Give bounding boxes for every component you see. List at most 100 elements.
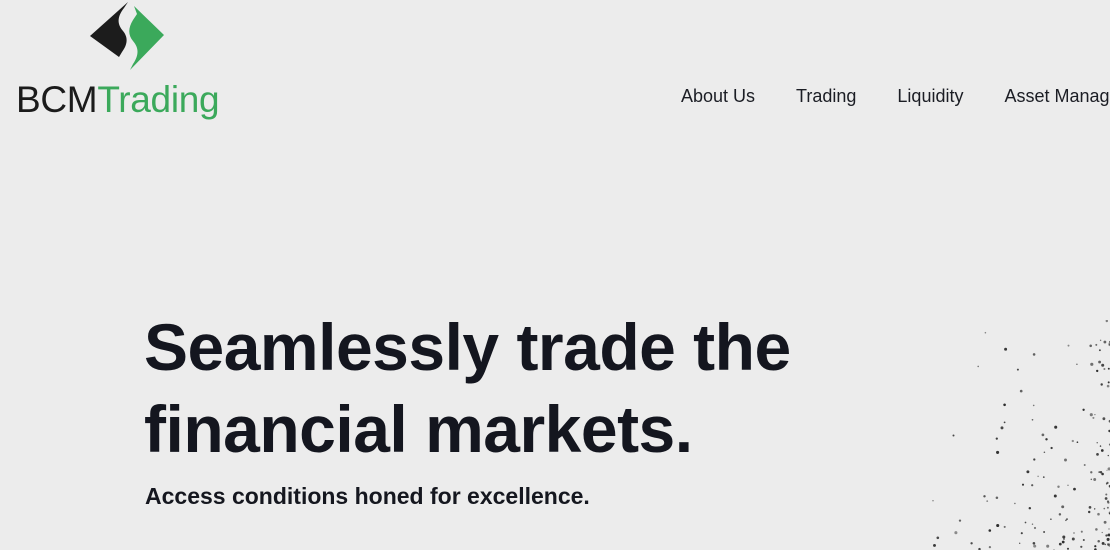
particle-dot [1097, 512, 1100, 516]
particle-dot [1080, 545, 1083, 548]
main-nav: About Us Trading Liquidity Asset Manag [681, 84, 1110, 108]
particle-dot [1097, 540, 1100, 543]
particle-dot [1103, 340, 1107, 344]
particle-dot [1099, 339, 1102, 342]
particle-dot [1099, 470, 1103, 474]
particle-dot [1063, 538, 1065, 540]
particle-dot [1096, 369, 1099, 373]
particle-dot [1032, 404, 1035, 407]
particle-dot [1094, 508, 1096, 510]
particle-dot [1043, 451, 1046, 453]
particle-dot [1100, 383, 1103, 386]
particle-dot [1088, 506, 1092, 509]
particle-dot [1083, 464, 1086, 466]
particle-dot [958, 519, 962, 522]
particle-dot [1107, 367, 1110, 370]
particle-dot [1033, 458, 1036, 461]
particle-dot [1073, 532, 1075, 534]
particle-dot [1103, 507, 1106, 510]
particle-dot [983, 495, 986, 498]
particle-dot [995, 437, 998, 440]
particle-dot [977, 365, 980, 368]
particle-dot [1043, 531, 1046, 533]
particle-dot [1031, 484, 1034, 487]
particle-dot [1046, 544, 1050, 548]
particle-dot [970, 542, 973, 545]
particle-dot [1041, 433, 1045, 437]
particle-dot [1064, 458, 1067, 462]
particle-dot [1095, 343, 1098, 346]
nav-item-trading[interactable]: Trading [796, 84, 856, 108]
particle-dot [1071, 439, 1074, 443]
particle-dot [1020, 532, 1023, 535]
particle-dot [1028, 506, 1032, 510]
nav-item-about-us[interactable]: About Us [681, 84, 755, 108]
particle-dot [1076, 363, 1078, 365]
particle-dot [1104, 543, 1107, 546]
particle-dot [1087, 510, 1091, 514]
particle-dot [1105, 493, 1108, 496]
particle-dot [1071, 537, 1075, 541]
particle-dot [1037, 475, 1039, 478]
particle-dot [996, 523, 1000, 528]
brand-logo-link[interactable]: BCMTrading [16, 0, 246, 125]
particle-dot [1096, 453, 1099, 456]
particle-dot [1090, 478, 1093, 481]
particle-dot [984, 331, 987, 334]
particle-dot [1053, 494, 1057, 498]
nav-item-liquidity[interactable]: Liquidity [897, 84, 963, 108]
nav-item-asset-management[interactable]: Asset Manag [1004, 84, 1109, 108]
particle-dot [1090, 471, 1093, 474]
particle-dot [1067, 484, 1069, 487]
particle-dot [1090, 362, 1094, 366]
particle-dot [1050, 446, 1053, 450]
particle-dot [986, 500, 989, 502]
particle-dot [1031, 523, 1034, 525]
particle-dot [1003, 421, 1006, 424]
particle-dot [1106, 481, 1109, 485]
particle-dot [1101, 531, 1103, 534]
particle-dot [1095, 528, 1098, 531]
hero-subtitle: Access conditions honed for excellence. [145, 483, 590, 509]
particle-dot [1106, 506, 1109, 509]
particle-dot [1065, 519, 1067, 522]
particle-dot [1067, 344, 1070, 347]
particle-dot [1096, 442, 1098, 444]
particle-dot [933, 543, 936, 547]
particle-dot [1094, 413, 1096, 416]
particle-dot [1032, 353, 1036, 356]
brand-wordmark: BCMTrading [16, 78, 220, 122]
particle-dot [1042, 476, 1045, 478]
particle-decoration-icon [932, 320, 1110, 550]
particle-dot [1103, 520, 1107, 524]
particle-dot [952, 434, 955, 437]
particle-dot [1021, 483, 1025, 486]
particle-dot [1108, 528, 1110, 530]
particle-dot [1076, 441, 1079, 444]
particle-dot [1045, 438, 1048, 441]
particle-dot [1050, 518, 1052, 520]
particle-dot [1101, 363, 1105, 367]
particle-dot [936, 536, 940, 540]
hero-title-line-1: Seamlessly trade the [144, 310, 791, 384]
particle-dot [1106, 469, 1108, 471]
particle-dot [1061, 505, 1065, 509]
particle-dot [1019, 542, 1021, 544]
particle-dot [988, 529, 992, 532]
particle-dot [1061, 540, 1065, 544]
particle-dot [1080, 530, 1083, 533]
particle-dot [1058, 513, 1062, 516]
particle-dot [1054, 425, 1058, 429]
particle-dot [1100, 449, 1104, 452]
particle-dot [1106, 384, 1110, 388]
particle-dot [1033, 544, 1037, 548]
particle-dot [1107, 381, 1110, 384]
particle-dot [1103, 367, 1106, 371]
particle-dot [1098, 349, 1101, 352]
particle-dot [1003, 403, 1006, 407]
particle-dot [1105, 320, 1109, 323]
particle-dot [1093, 478, 1097, 481]
particle-dot [995, 496, 999, 499]
particle-dot [1092, 416, 1095, 419]
particle-dot [1106, 537, 1110, 541]
